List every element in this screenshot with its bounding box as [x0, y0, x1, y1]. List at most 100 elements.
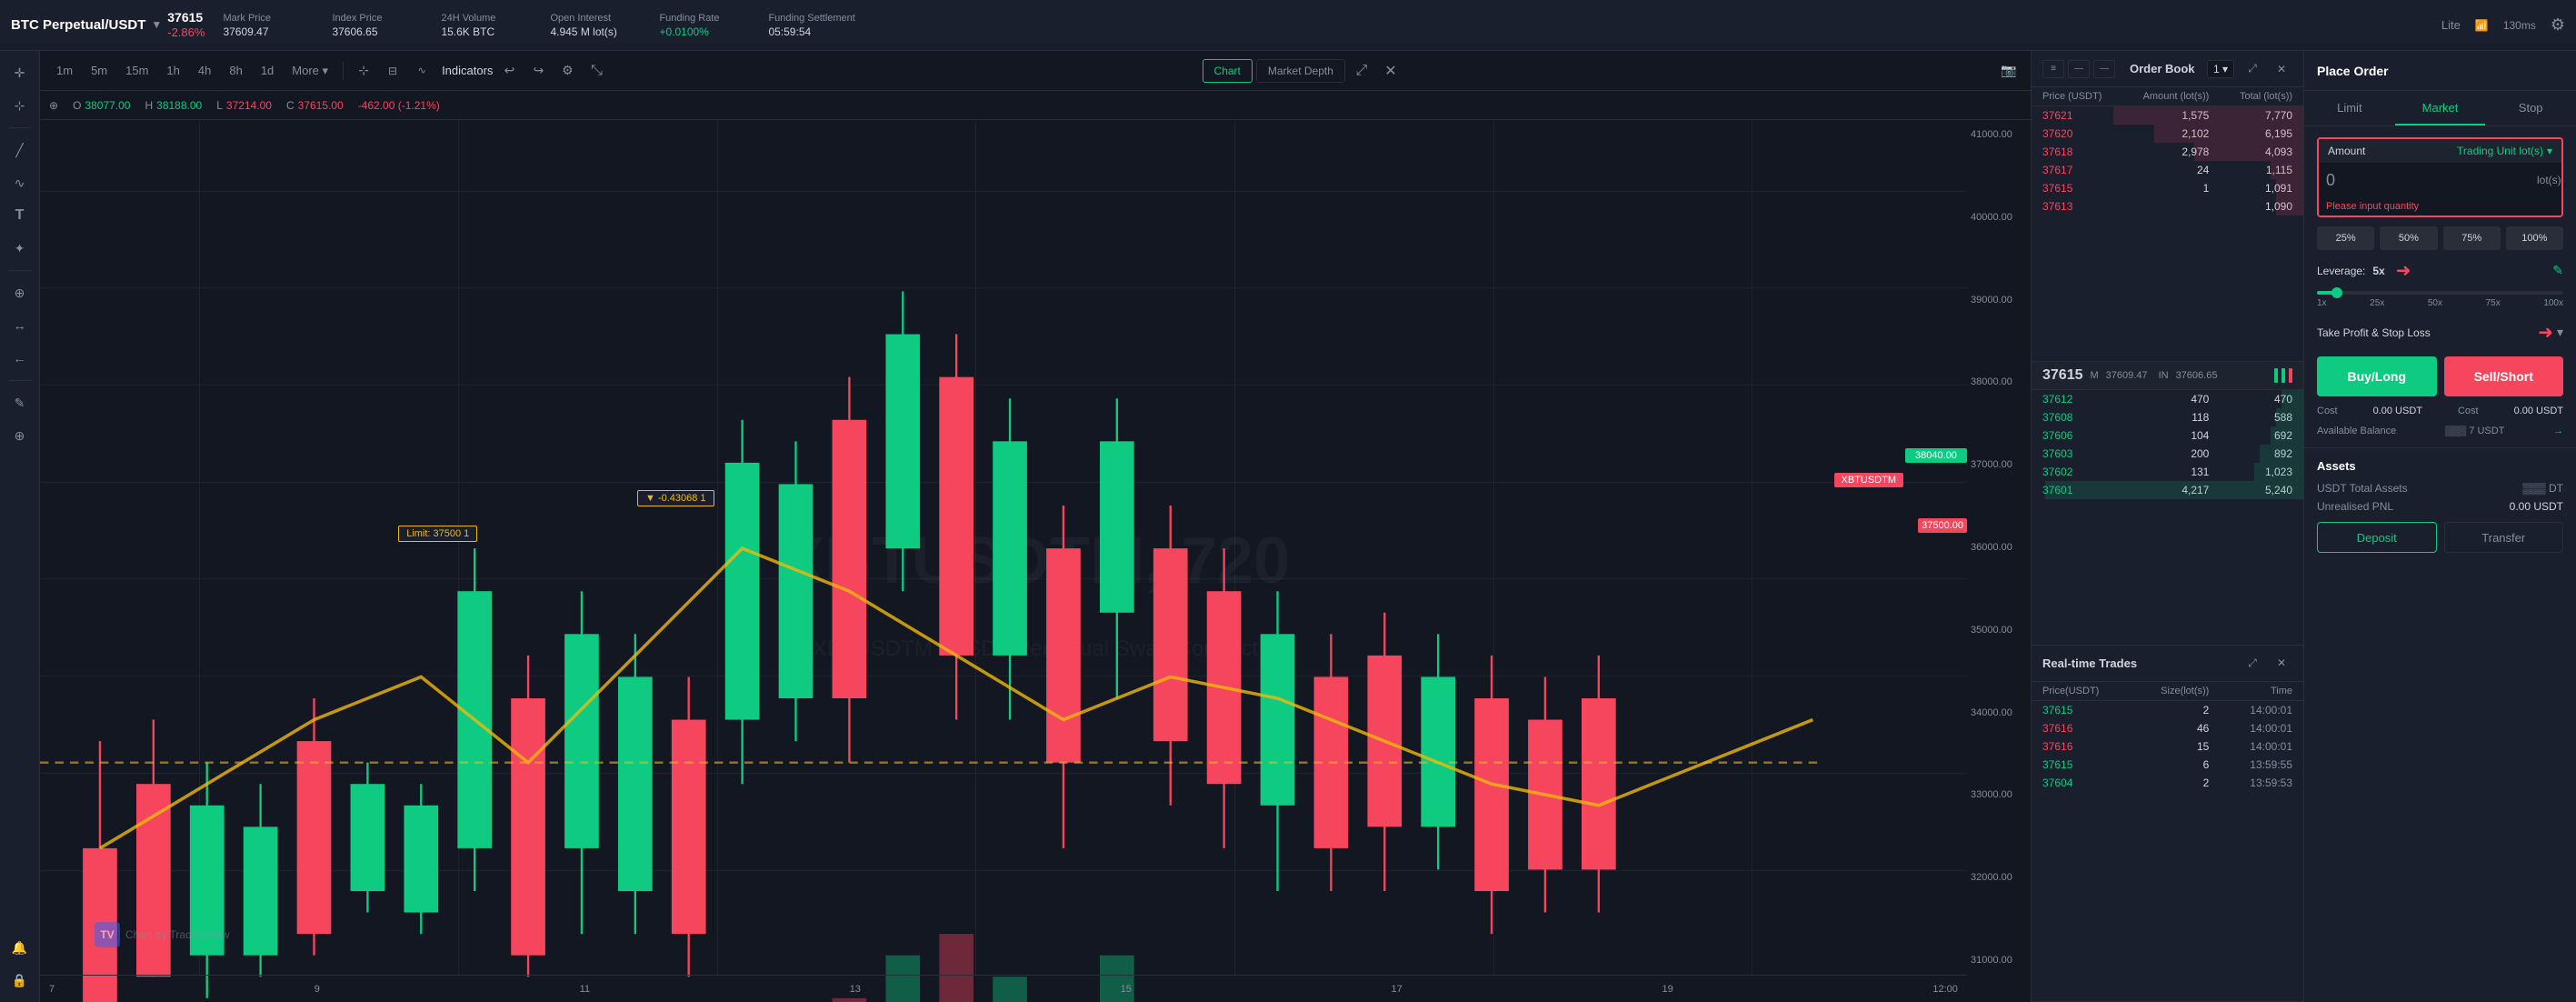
redo-icon[interactable]: ↪	[525, 58, 551, 84]
lock-icon[interactable]: 🔒	[5, 966, 35, 995]
pct-50-btn[interactable]: 50%	[2380, 226, 2437, 250]
ob-ask-row[interactable]: 37613 1,090	[2032, 197, 2303, 215]
ob-bid-row[interactable]: 37603 200 892	[2032, 445, 2303, 463]
crosshair-icon[interactable]: ✛	[5, 58, 35, 87]
tp-expand-icon[interactable]: ▾	[2557, 325, 2563, 340]
ob-view-asks[interactable]: —	[2068, 60, 2090, 78]
timeframe-8h[interactable]: 8h	[222, 60, 249, 81]
shape-icon[interactable]: ✦	[5, 234, 35, 263]
back-icon[interactable]: ←	[5, 344, 35, 373]
x-label-15: 15	[1121, 984, 1132, 995]
tp-row: Take Profit & Stop Loss ➜ ▾	[2317, 321, 2563, 344]
ob-bid-row[interactable]: 37602 131 1,023	[2032, 463, 2303, 481]
leverage-edit-icon[interactable]: ✎	[2552, 263, 2563, 278]
pct-25-btn[interactable]: 25%	[2317, 226, 2374, 250]
draw-icon[interactable]: ∿	[5, 168, 35, 197]
price-range-icon[interactable]: ↔	[5, 311, 35, 340]
ob-view-bids[interactable]: —	[2093, 60, 2115, 78]
red-arrow-leverage: ➜	[2396, 259, 2411, 282]
ob-bid-row[interactable]: 37608 118 588	[2032, 408, 2303, 426]
measure-icon[interactable]: ⊕	[5, 278, 35, 307]
ob-expand-icon[interactable]: ⤢	[2242, 58, 2263, 80]
settlement-value: 05:59:54	[768, 25, 859, 38]
chart-area: 1m 5m 15m 1h 4h 8h 1d More ▾ ⊹ ⊟ ∿ Indic…	[40, 51, 2031, 1002]
undo-icon[interactable]: ↩	[496, 58, 522, 84]
crosshair-tool-icon[interactable]: ⊹	[351, 58, 376, 84]
cost-buy-label: Cost	[2317, 406, 2338, 416]
settings-icon[interactable]: ⚙	[2551, 15, 2565, 35]
ob-bid-row[interactable]: 37601 4,217 5,240	[2032, 481, 2303, 499]
notification-icon[interactable]: 🔔	[5, 933, 35, 962]
buy-long-btn[interactable]: Buy/Long	[2317, 356, 2437, 396]
deposit-btn[interactable]: Deposit	[2317, 522, 2437, 553]
tab-market[interactable]: Market	[2395, 91, 2486, 125]
timeframe-1m[interactable]: 1m	[49, 60, 80, 81]
rtt-col-time: Time	[2209, 686, 2292, 696]
mid-in-label: IN	[2159, 370, 2169, 381]
pct-75-btn[interactable]: 75%	[2443, 226, 2501, 250]
ob-ask-row[interactable]: 37617 24 1,115	[2032, 161, 2303, 179]
price-39000: 39000.00	[1971, 295, 2027, 306]
ob-ask-row[interactable]: 37618 2,978 4,093	[2032, 143, 2303, 161]
timeframe-5m[interactable]: 5m	[84, 60, 115, 81]
more-btn[interactable]: More ▾	[285, 60, 335, 82]
chart-canvas[interactable]: XBTUSDTM, 720 XBTUSDTM / USDT Perpetual …	[40, 120, 2031, 1002]
x-label-9: 9	[315, 984, 320, 995]
amount-header: Amount Trading Unit lot(s) ▾	[2319, 139, 2561, 163]
camera-icon[interactable]: 📷	[1996, 58, 2022, 84]
indicator-icon[interactable]: ∿	[409, 58, 434, 84]
ob-view-all[interactable]: ≡	[2042, 60, 2064, 78]
lot-selector[interactable]: 1 ▾	[2207, 60, 2234, 78]
unit-selector[interactable]: Trading Unit lot(s) ▾	[2457, 145, 2552, 157]
transfer-btn[interactable]: Transfer	[2444, 522, 2564, 553]
mark-price-stat: Mark Price 37609.47	[223, 13, 314, 38]
chart-view-btn[interactable]: Chart	[1203, 59, 1253, 83]
cursor-icon[interactable]: ⊹	[5, 91, 35, 120]
slider-thumb[interactable]	[2331, 287, 2342, 298]
x-label-13: 13	[850, 984, 861, 995]
zoom-icon[interactable]: ⊕	[5, 421, 35, 450]
tab-stop[interactable]: Stop	[2485, 91, 2576, 125]
index-price-label: Index Price	[332, 13, 423, 24]
ob-ask-row[interactable]: 37620 2,102 6,195	[2032, 125, 2303, 143]
market-depth-btn[interactable]: Market Depth	[1256, 59, 1345, 83]
timeframe-15m[interactable]: 15m	[118, 60, 155, 81]
pct-100-btn[interactable]: 100%	[2506, 226, 2563, 250]
lite-btn[interactable]: Lite	[2441, 18, 2461, 32]
ob-bid-row[interactable]: 37612 470 470	[2032, 390, 2303, 408]
rtt-expand-icon[interactable]: ⤢	[2242, 652, 2263, 674]
symbol-name[interactable]: BTC Perpetual/USDT	[11, 17, 145, 33]
tab-limit[interactable]: Limit	[2304, 91, 2395, 125]
expand-chart-btn[interactable]: ⤢	[1349, 58, 1374, 84]
indicators-btn[interactable]: Indicators	[442, 64, 493, 77]
ob-ask-row[interactable]: 37621 1,575 7,770	[2032, 106, 2303, 125]
timeframe-1d[interactable]: 1d	[254, 60, 281, 81]
leverage-slider[interactable]: 1x 25x 50x 75x 100x	[2317, 287, 2563, 312]
timeframe-4h[interactable]: 4h	[191, 60, 218, 81]
trendline-icon[interactable]: ╱	[5, 135, 35, 165]
chart-settings-icon[interactable]: ⚙	[554, 58, 580, 84]
price-36000: 36000.00	[1971, 542, 2027, 553]
pct-btns: 25% 50% 75% 100%	[2317, 226, 2563, 250]
ob-ask-rows: 37621 1,575 7,770 37620 2,102 6,195 3761…	[2032, 106, 2303, 361]
price-33000: 33000.00	[1971, 789, 2027, 800]
ob-bid-row[interactable]: 37606 104 692	[2032, 426, 2303, 445]
pencil-icon[interactable]: ✎	[5, 388, 35, 417]
rtt-close-icon[interactable]: ✕	[2271, 652, 2292, 674]
symbol-arrow[interactable]: ▼	[151, 18, 162, 31]
ob-ask-row[interactable]: 37615 1 1,091	[2032, 179, 2303, 197]
text-icon[interactable]: T	[5, 201, 35, 230]
order-book-panel: ≡ — — Order Book 1 ▾ ⤢ ✕ Price (USDT) Am…	[2032, 51, 2303, 646]
available-link[interactable]: →	[2553, 426, 2563, 436]
fullscreen-icon[interactable]: ⤡	[584, 58, 609, 84]
price-scale: 41000.00 40000.00 39000.00 38000.00 3700…	[1967, 120, 2031, 975]
timeframe-1h[interactable]: 1h	[159, 60, 186, 81]
sell-short-btn[interactable]: Sell/Short	[2444, 356, 2564, 396]
funding-stat: Funding Rate +0.0100%	[659, 13, 750, 38]
amount-input[interactable]	[2326, 171, 2537, 190]
close-chart-btn[interactable]: ✕	[1378, 58, 1403, 84]
slider-labels: 1x 25x 50x 75x 100x	[2317, 298, 2563, 308]
cost-buy-val: 0.00 USDT	[2373, 406, 2422, 416]
ob-close-icon[interactable]: ✕	[2271, 58, 2292, 80]
bar-style-icon[interactable]: ⊟	[380, 58, 405, 84]
